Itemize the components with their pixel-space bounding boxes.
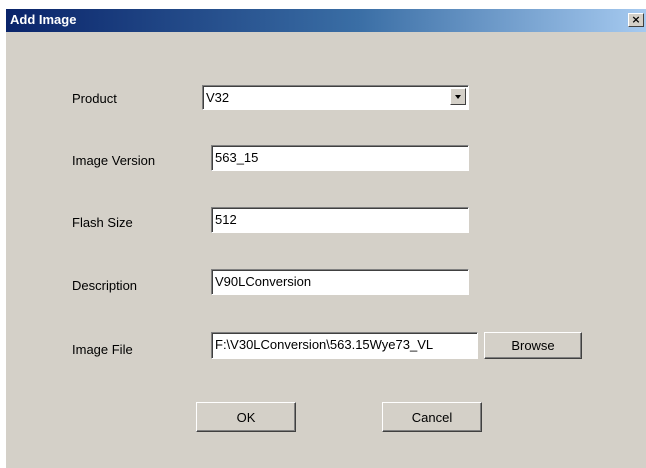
- ok-button[interactable]: OK: [196, 402, 296, 432]
- image-file-input[interactable]: F:\V30LConversion\563.15Wye73_VL: [211, 332, 478, 359]
- image-file-label: Image File: [72, 342, 133, 357]
- description-input[interactable]: V90LConversion: [211, 269, 469, 295]
- flash-size-label: Flash Size: [72, 215, 133, 230]
- image-version-label: Image Version: [72, 153, 156, 168]
- product-select[interactable]: V32: [202, 85, 469, 110]
- product-label: Product: [72, 91, 117, 106]
- close-icon[interactable]: ×: [628, 13, 644, 27]
- flash-size-input[interactable]: 512: [211, 207, 469, 233]
- title-bar[interactable]: Add Image ×: [6, 9, 646, 32]
- add-image-dialog: Add Image × Product V32 Image Version 56…: [6, 9, 646, 468]
- description-label: Description: [72, 278, 138, 293]
- cancel-button[interactable]: Cancel: [382, 402, 482, 432]
- browse-button[interactable]: Browse: [484, 332, 582, 359]
- image-version-input[interactable]: 563_15: [211, 145, 469, 171]
- product-selected-value: V32: [206, 90, 230, 105]
- dialog-title: Add Image: [10, 12, 77, 27]
- chevron-down-icon[interactable]: [450, 88, 466, 105]
